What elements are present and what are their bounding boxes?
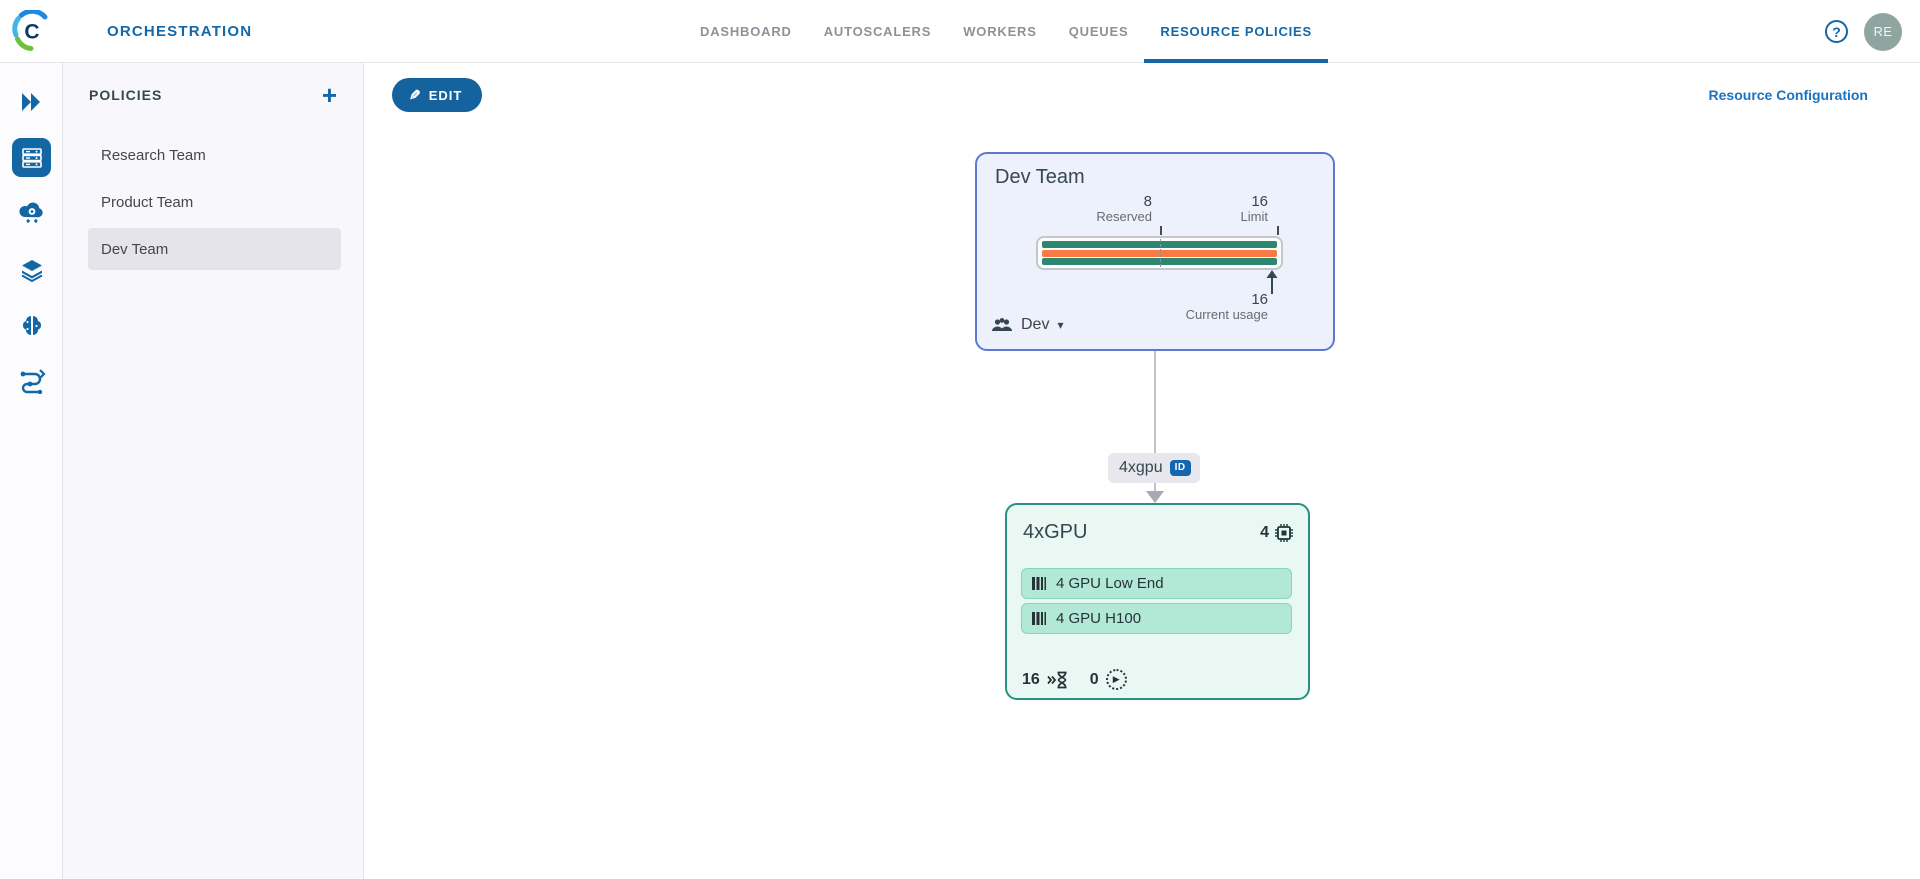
connector-arrowhead-icon (1146, 491, 1164, 503)
queue-barcode-icon (1031, 611, 1047, 626)
resource-policy-canvas: ✎ EDIT Resource Configuration Dev Team 8… (364, 63, 1920, 879)
queue-row-h100[interactable]: 4 GPU H100 (1021, 603, 1292, 634)
policy-item-research-team[interactable]: Research Team (88, 134, 341, 176)
pipelines-route-icon[interactable] (12, 361, 51, 400)
queue-row-label: 4 GPU Low End (1056, 575, 1164, 592)
help-icon[interactable]: ? (1825, 20, 1848, 43)
clearml-logo[interactable]: C (0, 0, 63, 62)
collapse-double-chevron-icon[interactable] (12, 82, 51, 121)
header-actions: ? RE (1825, 0, 1902, 63)
clearml-logo-icon: C (11, 10, 53, 52)
team-dropdown-label: Dev (1021, 316, 1049, 334)
reserved-tick (1160, 226, 1162, 235)
gpu-resource-card[interactable]: 4xGPU 4 (1005, 503, 1310, 700)
connector-line-upper (1154, 351, 1156, 453)
model-brain-icon[interactable] (12, 306, 51, 345)
team-dropdown[interactable]: Dev ▾ (991, 316, 1063, 334)
reserved-label: Reserved (1096, 209, 1152, 224)
queue-row-label: 4 GPU H100 (1056, 610, 1141, 627)
pending-count: 16 (1022, 671, 1040, 689)
tab-autoscalers[interactable]: AUTOSCALERS (808, 0, 948, 63)
tab-workers[interactable]: WORKERS (947, 0, 1053, 63)
limit-tick (1277, 226, 1279, 235)
page-title: ORCHESTRATION (107, 0, 252, 62)
top-header: C ORCHESTRATION DASHBOARD AUTOSCALERS WO… (0, 0, 1920, 63)
main-tab-bar: DASHBOARD AUTOSCALERS WORKERS QUEUES RES… (684, 0, 1328, 63)
policies-panel: POLICIES + Research Team Product Team De… (63, 63, 364, 879)
policy-list: Research Team Product Team Dev Team (63, 127, 363, 272)
reserved-value: 8 (1096, 194, 1152, 209)
edit-button-label: EDIT (429, 88, 463, 103)
current-usage-label: Current usage (1186, 307, 1268, 322)
resource-configuration-link[interactable]: Resource Configuration (1709, 87, 1868, 103)
pending-jobs-icon (1047, 671, 1069, 689)
gpu-count-group: 4 (1260, 523, 1294, 543)
orchestration-app: C ORCHESTRATION DASHBOARD AUTOSCALERS WO… (0, 0, 1920, 879)
queue-barcode-icon (1031, 576, 1047, 591)
resource-usage-bar (1036, 236, 1283, 270)
dev-team-card-title: Dev Team (995, 166, 1085, 189)
datasets-layers-icon[interactable] (12, 250, 51, 289)
add-policy-button[interactable]: + (322, 85, 337, 105)
current-usage-marker: 16 Current usage (1186, 292, 1268, 322)
limit-value: 16 (1241, 194, 1268, 209)
gpu-card-title: 4xGPU (1023, 521, 1087, 544)
gpu-card-stats: 16 0 ▶ (1022, 669, 1127, 690)
current-usage-value: 16 (1186, 292, 1268, 307)
tab-dashboard[interactable]: DASHBOARD (684, 0, 808, 63)
edit-button[interactable]: ✎ EDIT (392, 78, 482, 112)
tab-queues[interactable]: QUEUES (1053, 0, 1145, 63)
policy-item-product-team[interactable]: Product Team (88, 181, 341, 223)
tab-resource-policies[interactable]: RESOURCE POLICIES (1144, 0, 1328, 63)
orchestration-servers-icon[interactable] (12, 138, 51, 177)
chevron-down-icon: ▾ (1057, 318, 1063, 332)
gpu-chip-icon (1274, 523, 1294, 543)
reserved-marker: 8 Reserved (1096, 194, 1152, 224)
side-icon-rail (0, 63, 63, 879)
policies-panel-header: POLICIES + (63, 63, 363, 127)
users-group-icon (991, 317, 1013, 333)
policies-title: POLICIES (89, 87, 162, 103)
user-avatar[interactable]: RE (1864, 13, 1902, 51)
running-count: 0 (1090, 671, 1099, 689)
policy-item-dev-team[interactable]: Dev Team (88, 228, 341, 270)
queue-row-low-end[interactable]: 4 GPU Low End (1021, 568, 1292, 599)
queue-id-badge[interactable]: ID (1170, 460, 1191, 476)
autoscaler-cloud-icon[interactable] (12, 194, 51, 233)
gpu-count-value: 4 (1260, 524, 1269, 542)
reserved-dashed-line (1160, 239, 1161, 267)
dev-team-card[interactable]: Dev Team 8 Reserved 16 Limit (975, 152, 1335, 351)
svg-text:C: C (24, 21, 39, 44)
limit-marker: 16 Limit (1241, 194, 1268, 224)
limit-label: Limit (1241, 209, 1268, 224)
pencil-icon: ✎ (408, 87, 421, 104)
queue-link-label: 4xgpu (1119, 459, 1163, 477)
running-jobs-icon: ▶ (1106, 669, 1127, 690)
usage-stripes (1042, 240, 1277, 266)
queue-link-pill[interactable]: 4xgpu ID (1108, 453, 1200, 483)
